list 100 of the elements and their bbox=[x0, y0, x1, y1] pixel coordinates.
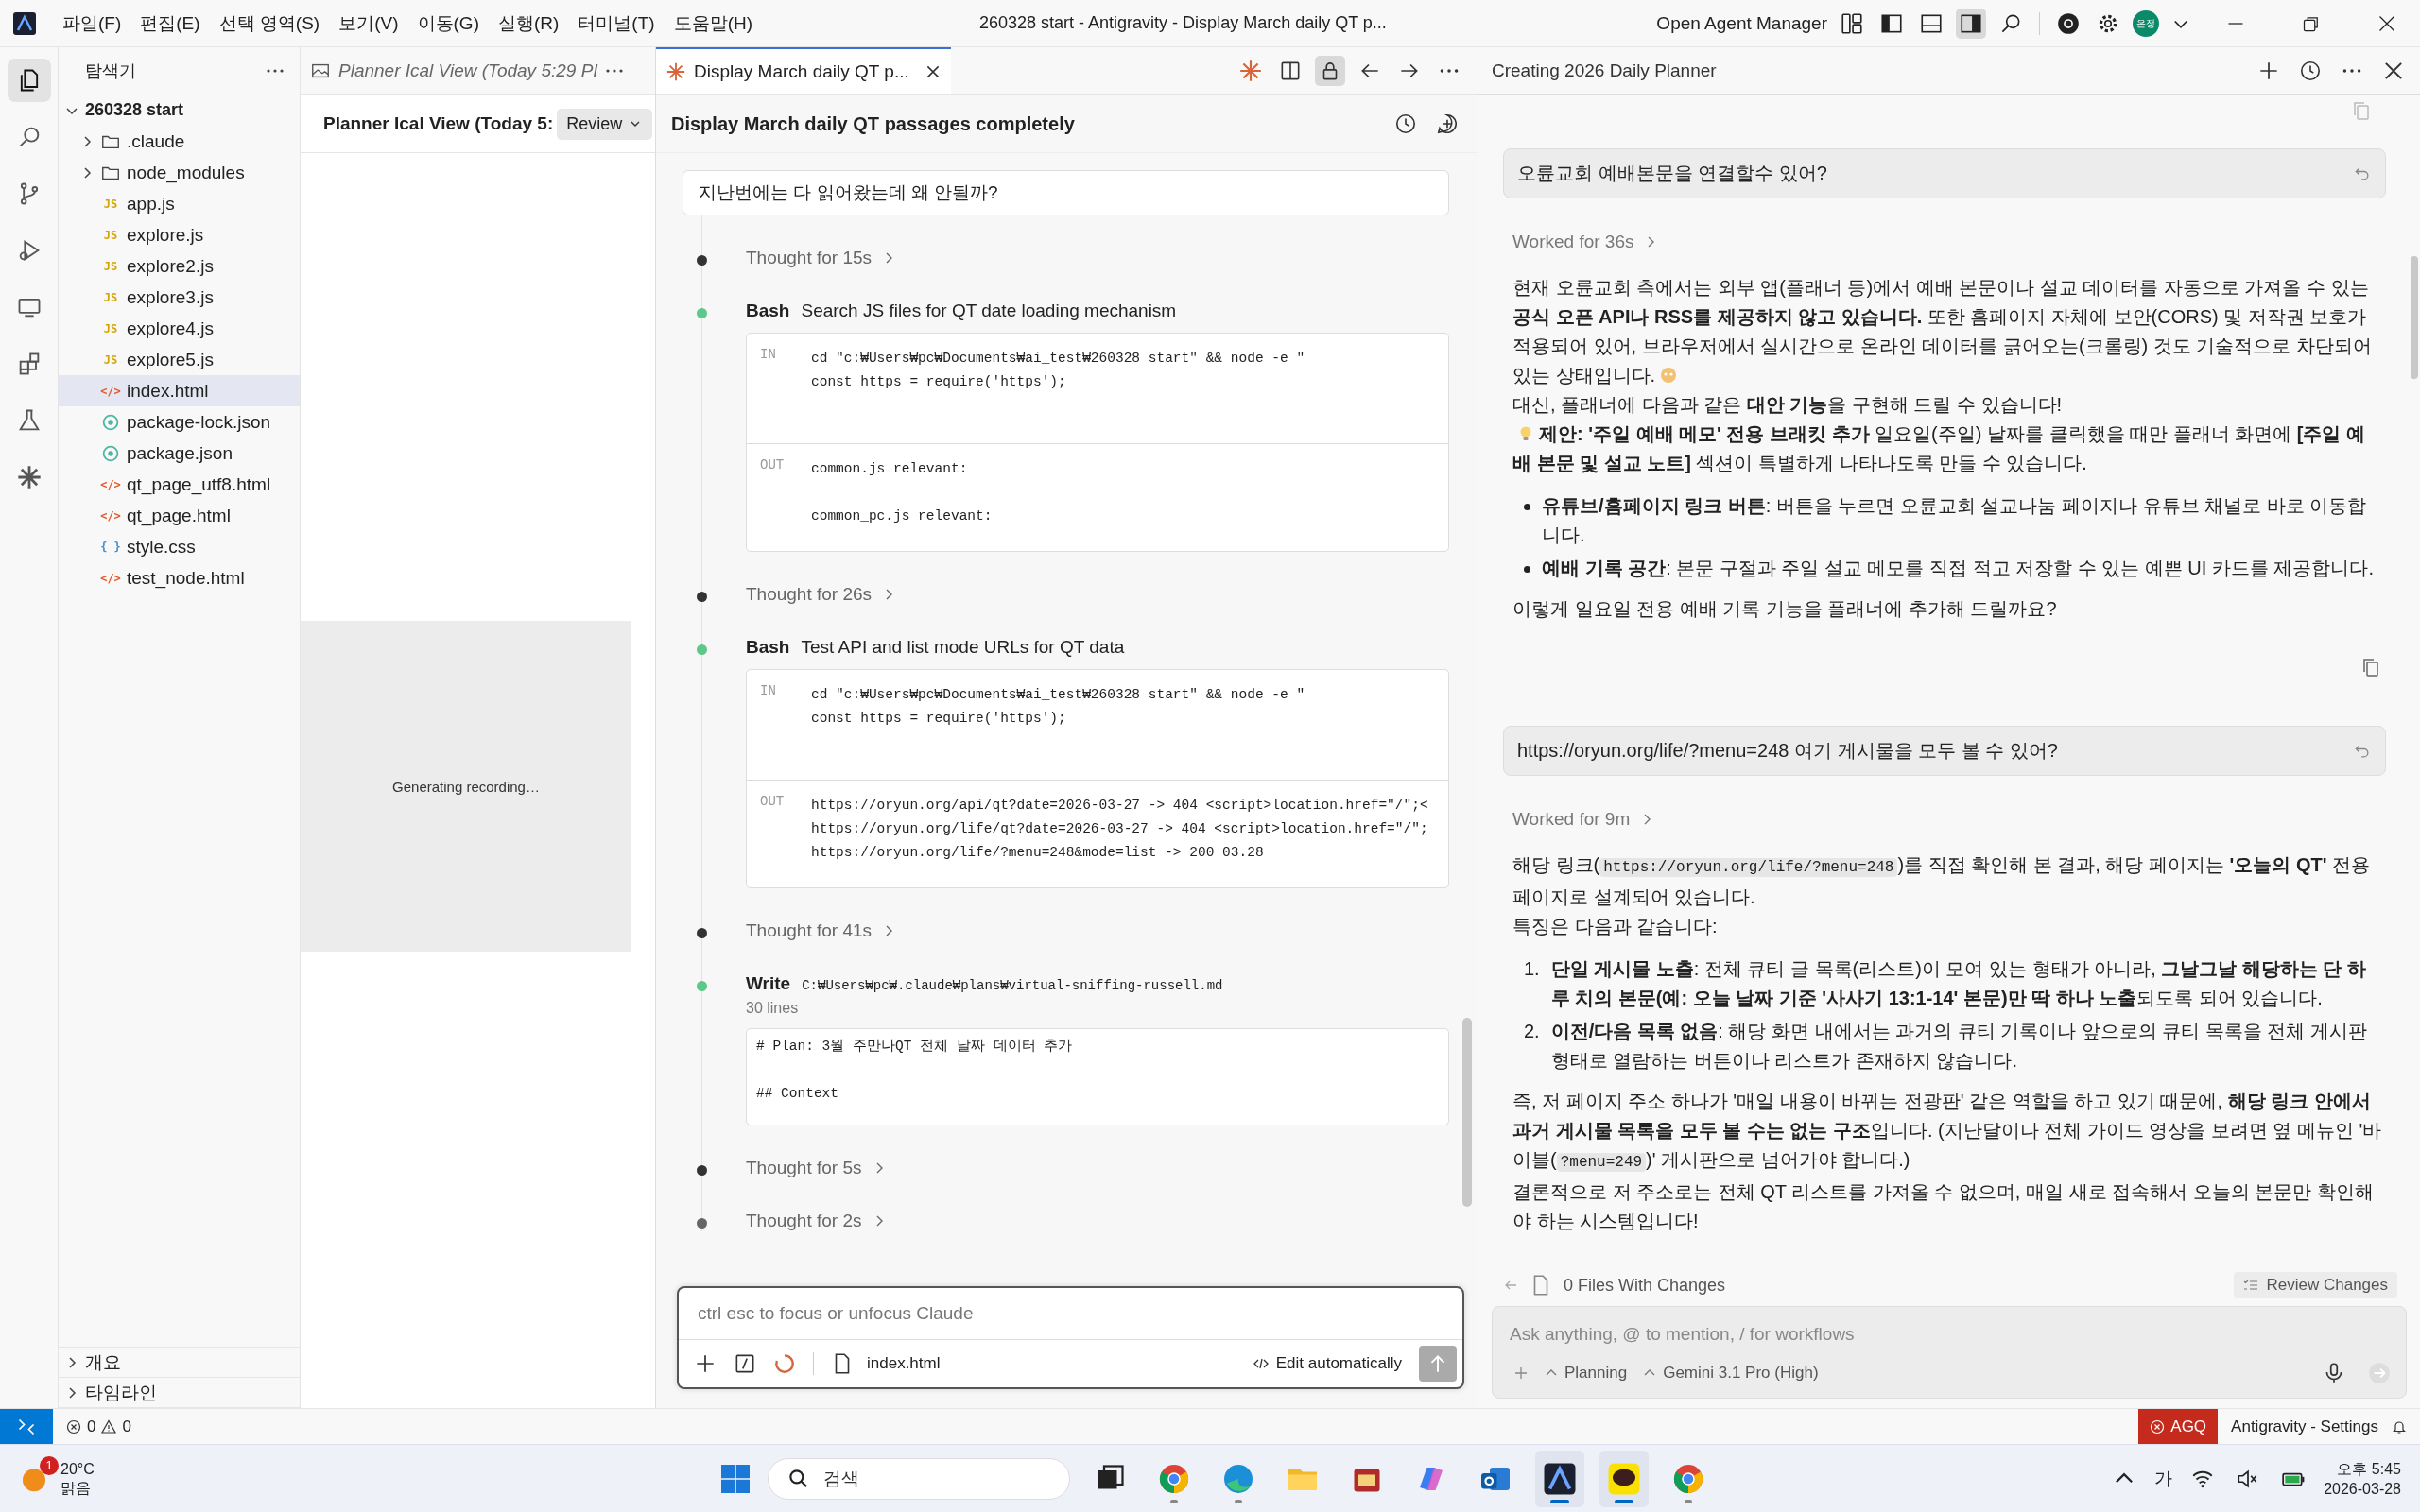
error-icon bbox=[2150, 1418, 2166, 1435]
file-type-icon: { } bbox=[100, 540, 121, 554]
error-badge[interactable]: AGQ bbox=[2138, 1409, 2219, 1444]
search-placeholder: 검색 bbox=[823, 1467, 859, 1490]
menu-item[interactable]: 실행(R) bbox=[488, 7, 569, 40]
editor-tab[interactable]: Planner Ical View (Today 5:29 PI bbox=[301, 47, 603, 94]
message-text: 오륜교회 예배본문을 연결할수 있어? bbox=[1517, 162, 1827, 185]
thought-toggle[interactable]: Thought for 5s bbox=[746, 1158, 1449, 1178]
secondary-sidebar-icon[interactable] bbox=[1956, 8, 1986, 39]
review-dropdown[interactable]: Review bbox=[557, 108, 653, 140]
thought-toggle[interactable]: Thought for 26s bbox=[746, 584, 1449, 605]
worked-toggle[interactable]: Worked for 9m bbox=[1512, 804, 2382, 833]
thought-toggle[interactable]: Thought for 2s bbox=[746, 1211, 1449, 1231]
tree-item[interactable]: </> test_node.html bbox=[59, 562, 300, 593]
activity-button[interactable] bbox=[7, 59, 51, 102]
tree-item[interactable]: { } style.css bbox=[59, 531, 300, 562]
tool-description: Search JS files for QT date loading mechanism bbox=[801, 301, 1177, 321]
tree-item[interactable]: .claude bbox=[59, 126, 300, 157]
worked-toggle[interactable]: Worked for 36s bbox=[1512, 227, 2382, 256]
bullet-icon bbox=[1524, 504, 1530, 510]
edit-mode-button[interactable]: Edit automatically bbox=[1253, 1354, 1402, 1373]
close-icon[interactable] bbox=[2377, 13, 2396, 33]
menu-item[interactable]: 도움말(H) bbox=[664, 7, 762, 40]
clock[interactable]: 오후 5:45 2026-03-28 bbox=[2324, 1458, 2401, 1499]
file-name: app.js bbox=[127, 193, 175, 215]
code-text: cd "c:₩Users₩pc₩Documents₩ai_test₩260328 start" && node -e " const https = require('https'); bbox=[811, 350, 1305, 391]
file-name: explore4.js bbox=[127, 318, 214, 339]
message-text: 해당 링크( https://oryun.org/life/?menu=248 )를 직접 확인해 본 결과, 해당 페이지는 '오늘의 QT' 전용 페이지로 설계되어 있습니다. bbox=[1512, 853, 2371, 909]
user-message: 지난번에는 다 읽어왔는데 왜 안될까? bbox=[683, 170, 1449, 215]
tree-item[interactable]: </> index.html bbox=[59, 375, 300, 406]
section-header[interactable]: 개요 bbox=[59, 1348, 300, 1378]
tree-item[interactable]: JS explore5.js bbox=[59, 344, 300, 375]
lock-icon[interactable] bbox=[1315, 56, 1345, 86]
tree-item[interactable]: JS app.js bbox=[59, 188, 300, 219]
file-name: index.html bbox=[127, 380, 209, 402]
scrollbar-thumb[interactable] bbox=[2411, 256, 2418, 379]
file-type-icon: JS bbox=[100, 228, 121, 242]
app-logo-icon bbox=[13, 11, 36, 35]
weather-condition: 맑음 bbox=[60, 1478, 92, 1498]
tree-item[interactable]: 260328 start bbox=[59, 94, 300, 126]
file-type-icon: </> bbox=[100, 477, 121, 491]
code-icon bbox=[1253, 1356, 1269, 1371]
folder-name: 260328 start bbox=[85, 100, 184, 120]
mode-selector[interactable]: Planning bbox=[1544, 1364, 1628, 1383]
editor-tab[interactable]: Display March daily QT p... bbox=[656, 47, 951, 94]
message-text: 특징은 다음과 같습니다: bbox=[1512, 915, 1719, 938]
remote-button[interactable] bbox=[0, 1409, 53, 1444]
tree-item[interactable]: node_modules bbox=[59, 157, 300, 188]
scrollbar-thumb[interactable] bbox=[1462, 1018, 1472, 1207]
settings-link[interactable]: Antigravity - Settings bbox=[2231, 1417, 2378, 1436]
file-type-icon: </> bbox=[100, 508, 121, 523]
problems-button[interactable]: 0 0 bbox=[66, 1417, 131, 1436]
thought-toggle[interactable]: Thought for 15s bbox=[746, 248, 1449, 268]
tree-item[interactable]: JS explore.js bbox=[59, 219, 300, 250]
model-selector[interactable]: Gemini 3.1 Pro (High) bbox=[1642, 1364, 1819, 1383]
warning-icon bbox=[101, 1418, 117, 1435]
file-name: explore2.js bbox=[127, 255, 214, 277]
code-text: https://oryun.org/api/qt?date=2026-03-27 -> 404 <script>location.href="/";< https://oryun.org/life/qt?date=2026-03-27 -> 404 <script>location.href="/"; https://oryun.org/life/?menu=248&mode=list -> 200 03.28 bbox=[811, 797, 1428, 862]
account-avatar[interactable]: 은정 bbox=[2133, 9, 2159, 37]
bullet-icon bbox=[1524, 566, 1530, 573]
review-changes-button[interactable]: Review Changes bbox=[2234, 1272, 2397, 1298]
thought-toggle[interactable]: Thought for 41s bbox=[746, 920, 1449, 941]
agent-manager-button[interactable]: Open Agent Manager bbox=[1656, 12, 1827, 34]
message-text: 이렇게 일요일 전용 예배 기록 기능을 플래너에 추가해 드릴까요? bbox=[1512, 597, 2058, 621]
bell-icon[interactable] bbox=[2392, 1418, 2407, 1435]
attached-file[interactable]: index.html bbox=[867, 1354, 941, 1373]
taskbar-app[interactable] bbox=[1599, 1450, 1649, 1507]
chat-input[interactable]: ctrl esc to focus or unfocus Claude index.html Edit automatically bbox=[677, 1286, 1464, 1389]
code-text: # Plan: 3월 주만나QT 전체 날짜 데이터 추가 ## Context bbox=[756, 1038, 1074, 1103]
input-method[interactable]: 가 bbox=[2154, 1466, 2173, 1491]
code-text: common.js relevant: common_pc.js relevant: bbox=[811, 460, 993, 525]
tree-item[interactable]: </> qt_page_utf8.html bbox=[59, 469, 300, 500]
menu-item[interactable]: 보기(V) bbox=[329, 7, 408, 40]
chat-bubble-icon[interactable] bbox=[1607, 1461, 1641, 1496]
panel-title: Creating 2026 Daily Planner bbox=[1492, 60, 1718, 81]
menu-item[interactable]: 이동(G) bbox=[407, 7, 489, 40]
tree-item[interactable]: JS explore2.js bbox=[59, 250, 300, 282]
date: 2026-03-28 bbox=[2324, 1479, 2401, 1499]
message-text: 제안: '주일 예배 메모' 전용 브래킷 추가 일요일(주일) 날짜를 클릭했을 때만 플래너 화면에 [주일 예배 본문 및 설교 노트] 섹션이 특별하게 나타나도록 만들 수 있습니다. bbox=[1512, 422, 2366, 475]
tree-item[interactable]: package-lock.json bbox=[59, 406, 300, 438]
menu-item[interactable]: 파일(F) bbox=[53, 7, 131, 40]
emoji-icon bbox=[1659, 366, 1679, 385]
list-item-text: 단일 게시물 노출: 전체 큐티 글 목록(리스트)이 모여 있는 형태가 아니라, 그날그날 해당하는 단 하루 치의 본문(예: 오늘 날짜 기준 '사사기 13:1-14' 본문)만 딱 하나 노출되도록 되어 있습니다. bbox=[1550, 957, 2367, 1010]
taskbar-search[interactable]: 검색 bbox=[768, 1457, 1070, 1500]
tree-item[interactable]: JS explore4.js bbox=[59, 313, 300, 344]
section-title: 타임라인 bbox=[85, 1381, 157, 1404]
menu-item[interactable]: 편집(E) bbox=[130, 7, 210, 40]
file-name: qt_page_utf8.html bbox=[127, 473, 271, 495]
file-type-icon: JS bbox=[100, 197, 121, 211]
app-logo-icon[interactable] bbox=[1543, 1461, 1577, 1496]
tree-item[interactable]: JS explore3.js bbox=[59, 282, 300, 313]
menu-item[interactable]: 선택 영역(S) bbox=[209, 7, 330, 40]
agent-input[interactable]: Ask anything, @ to mention, / for workflows Planning Gemini 3.1 Pro (High) bbox=[1492, 1306, 2407, 1399]
file-name: explore3.js bbox=[127, 286, 214, 308]
tree-item[interactable]: </> qt_page.html bbox=[59, 500, 300, 531]
tree-item[interactable]: package.json bbox=[59, 438, 300, 469]
file-name: style.css bbox=[127, 536, 196, 558]
menu-item[interactable]: 터미널(T) bbox=[568, 7, 665, 40]
file-type-icon: JS bbox=[100, 290, 121, 304]
taskbar-app[interactable] bbox=[1535, 1450, 1584, 1507]
